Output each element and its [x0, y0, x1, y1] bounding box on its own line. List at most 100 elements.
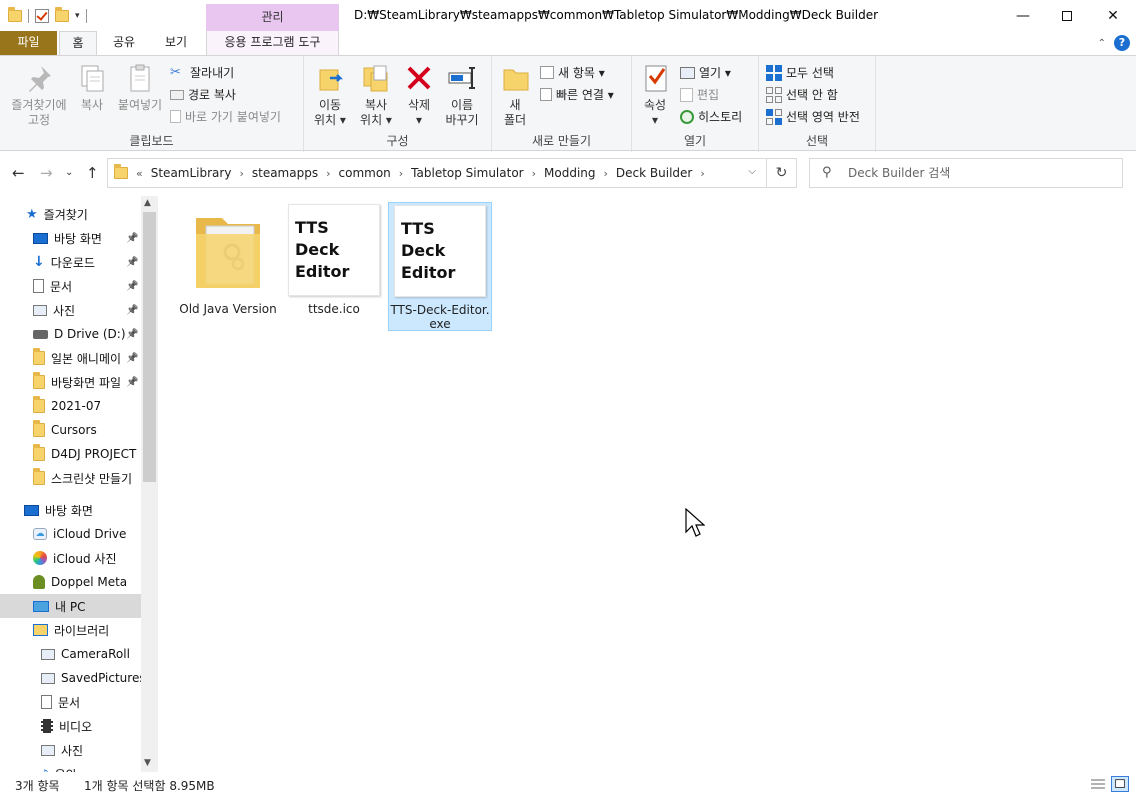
- scroll-up-icon[interactable]: ▲: [144, 198, 151, 208]
- nav-library-item[interactable]: 사진: [0, 738, 141, 762]
- open-button[interactable]: 열기 ▾: [680, 64, 731, 81]
- nav-library-item[interactable]: ♪음악: [0, 762, 141, 772]
- nav-library-item[interactable]: 비디오: [0, 714, 141, 738]
- ribbon-tabs: 파일 홈 공유 보기 응용 프로그램 도구 ⌃ ?: [0, 31, 1136, 55]
- thumbnail-text: Deck: [401, 241, 446, 260]
- select-all-button[interactable]: 모두 선택: [766, 64, 834, 81]
- nav-desktop-item[interactable]: Doppel Meta: [0, 570, 141, 594]
- maximize-button[interactable]: [1044, 0, 1090, 31]
- folder-icon[interactable]: [8, 7, 22, 22]
- nav-quick-item[interactable]: 일본 애니메이 📌: [0, 346, 141, 370]
- paste-shortcut-button[interactable]: 바로 가기 붙여넣기: [170, 108, 281, 125]
- nav-quick-item[interactable]: 바탕화면 파일 📌: [0, 370, 141, 394]
- rename-button[interactable]: 이름 바꾸기: [440, 62, 484, 128]
- breadcrumb-item[interactable]: steamapps: [252, 166, 318, 180]
- drive-icon: [33, 329, 48, 339]
- properties-icon[interactable]: [35, 9, 49, 23]
- copy-to-button[interactable]: 복사 위치 ▾: [354, 62, 398, 128]
- select-none-button[interactable]: 선택 안 함: [766, 86, 838, 103]
- nav-quick-access[interactable]: ★ 즐겨찾기: [0, 202, 141, 226]
- nav-quick-item[interactable]: 바탕 화면 📌: [0, 226, 141, 250]
- open-icon: [680, 66, 695, 79]
- nav-quick-item[interactable]: Cursors: [0, 418, 141, 442]
- close-button[interactable]: ✕: [1090, 0, 1136, 31]
- minimize-button[interactable]: —: [1000, 0, 1046, 31]
- breadcrumb-separator[interactable]: ›: [326, 167, 330, 180]
- collapse-ribbon-icon[interactable]: ⌃: [1098, 38, 1106, 49]
- properties-button[interactable]: 속성 ▾: [640, 62, 670, 128]
- nav-library-item[interactable]: 문서: [0, 690, 141, 714]
- picture-icon: [41, 648, 55, 660]
- forward-arrow-icon[interactable]: →: [40, 164, 53, 182]
- edit-button[interactable]: 편집: [680, 86, 719, 103]
- edit-icon: [680, 87, 693, 102]
- back-arrow-icon[interactable]: ←: [12, 164, 25, 182]
- tab-share[interactable]: 공유: [103, 31, 145, 55]
- new-item-button[interactable]: 새 항목 ▾: [540, 64, 605, 81]
- nav-desktop-item[interactable]: 내 PC: [0, 594, 141, 618]
- folder-icon: [33, 348, 45, 365]
- scroll-thumb[interactable]: [143, 212, 156, 482]
- tab-application-tools[interactable]: 응용 프로그램 도구: [206, 31, 339, 55]
- breadcrumb-item[interactable]: Modding: [544, 166, 596, 180]
- address-bar[interactable]: « SteamLibrary › steamapps › common › Tabletop…: [107, 158, 797, 188]
- nav-library-item[interactable]: CameraRoll: [0, 642, 141, 666]
- nav-desktop[interactable]: 바탕 화면: [0, 498, 141, 522]
- nav-quick-item[interactable]: D4DJ PROJECT M: [0, 442, 141, 466]
- file-tile[interactable]: Old Java Version: [176, 202, 280, 320]
- nav-item-label: 바탕화면 파일: [51, 375, 122, 390]
- nav-quick-item[interactable]: 2021-07: [0, 394, 141, 418]
- breadcrumb-item[interactable]: Tabletop Simulator: [411, 166, 523, 180]
- nav-quick-item[interactable]: 스크린샷 만들기: [0, 466, 141, 490]
- new-folder-button[interactable]: 새 폴더: [500, 62, 530, 128]
- breadcrumb-item[interactable]: SteamLibrary: [151, 166, 232, 180]
- breadcrumb-separator[interactable]: ›: [239, 167, 243, 180]
- refresh-icon[interactable]: ↻: [766, 159, 796, 187]
- breadcrumb-separator[interactable]: ›: [532, 167, 536, 180]
- details-view-icon[interactable]: [1089, 776, 1107, 792]
- tab-file[interactable]: 파일: [0, 31, 57, 55]
- cut-button[interactable]: ✂ 잘라내기: [170, 64, 234, 81]
- nav-item-label: 다운로드: [50, 255, 95, 270]
- tab-view[interactable]: 보기: [155, 31, 197, 55]
- breadcrumb-separator[interactable]: ›: [399, 167, 403, 180]
- nav-quick-item[interactable]: ↓ 다운로드 📌: [0, 250, 141, 274]
- pin-quick-access-button[interactable]: 즐겨찾기에 고정: [6, 62, 72, 128]
- delete-button[interactable]: 삭제 ▾: [402, 62, 436, 128]
- help-icon[interactable]: ?: [1114, 35, 1130, 51]
- address-dropdown-icon[interactable]: ⌵: [748, 166, 756, 177]
- nav-quick-item[interactable]: D Drive (D:) 📌: [0, 322, 141, 346]
- move-to-button[interactable]: 이동 위치 ▾: [308, 62, 352, 128]
- copy-path-button[interactable]: 경로 복사: [170, 86, 236, 103]
- breadcrumb-overflow[interactable]: «: [136, 167, 143, 180]
- customize-toolbar-icon[interactable]: ▾: [75, 11, 80, 21]
- large-icons-view-icon[interactable]: [1111, 776, 1129, 792]
- nav-library-item[interactable]: SavedPictures: [0, 666, 141, 690]
- nav-quick-item[interactable]: 사진 📌: [0, 298, 141, 322]
- nav-quick-item[interactable]: 문서 📌: [0, 274, 141, 298]
- breadcrumb-item[interactable]: Deck Builder: [616, 166, 692, 180]
- paste-button[interactable]: 붙여넣기: [114, 62, 166, 113]
- file-list: Old Java Version TTS Deck Editor ttsde.ico TT…: [160, 196, 1136, 772]
- tab-home[interactable]: 홈: [59, 31, 97, 55]
- new-folder-icon[interactable]: [55, 7, 69, 22]
- new-folder-label: 새 폴더: [503, 98, 527, 127]
- search-input[interactable]: [848, 164, 1108, 182]
- search-box[interactable]: ⚲: [809, 158, 1123, 188]
- up-arrow-icon[interactable]: ↑: [86, 164, 99, 182]
- nav-desktop-item[interactable]: iCloud 사진: [0, 546, 141, 570]
- history-button[interactable]: 히스토리: [680, 108, 742, 125]
- nav-desktop-item[interactable]: 라이브러리: [0, 618, 141, 642]
- breadcrumb-separator[interactable]: ›: [604, 167, 608, 180]
- recent-locations-icon[interactable]: ⌄: [65, 167, 73, 178]
- easy-access-button[interactable]: 빠른 연결 ▾: [540, 86, 614, 103]
- breadcrumb-item[interactable]: common: [339, 166, 391, 180]
- file-tile[interactable]: TTS Deck Editor ttsde.ico: [282, 202, 386, 320]
- scroll-down-icon[interactable]: ▼: [144, 758, 151, 768]
- invert-selection-button[interactable]: 선택 영역 반전: [766, 108, 860, 125]
- nav-scrollbar[interactable]: ▲ ▼: [141, 196, 158, 772]
- copy-button[interactable]: 복사: [74, 62, 110, 113]
- breadcrumb-separator[interactable]: ›: [700, 167, 704, 180]
- nav-desktop-item[interactable]: ☁ iCloud Drive: [0, 522, 141, 546]
- file-tile[interactable]: TTS Deck Editor TTS-Deck-Editor. exe: [388, 202, 492, 331]
